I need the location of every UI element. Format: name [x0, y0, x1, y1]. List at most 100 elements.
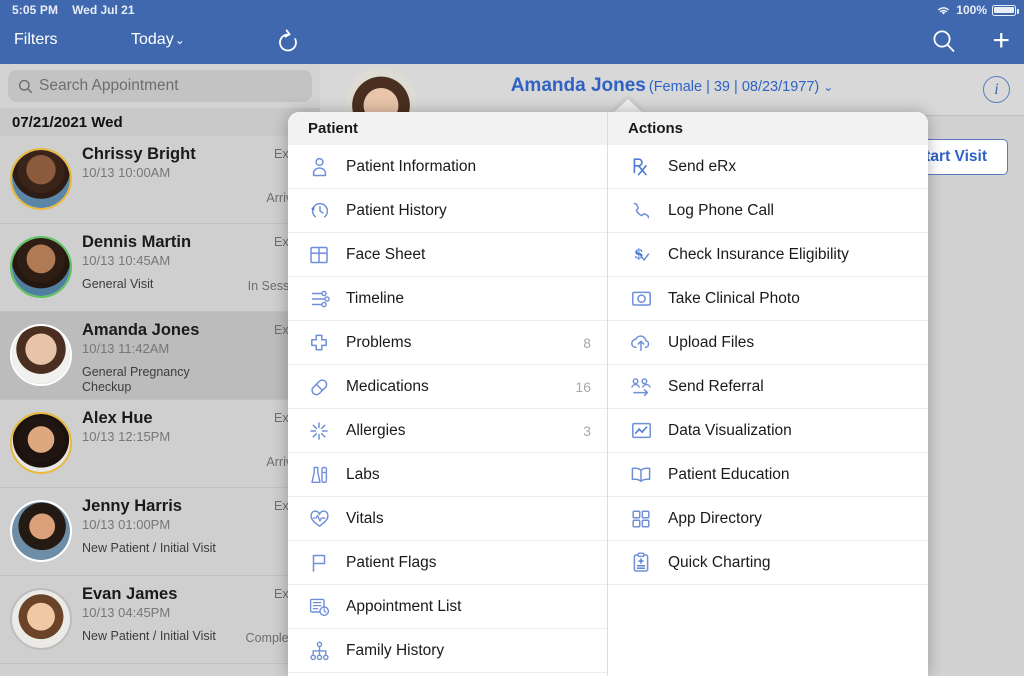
referral-icon [628, 377, 654, 397]
search-input[interactable]: Search Appointment [8, 70, 312, 102]
menu-item-labs[interactable]: Labs [288, 453, 607, 497]
menu-item-patient-education[interactable]: Patient Education [608, 453, 928, 497]
family-tree-icon [306, 641, 332, 661]
flag-icon [306, 553, 332, 573]
menu-item-face-sheet[interactable]: Face Sheet [288, 233, 607, 277]
visit-reason: General Pregnancy Checkup [82, 365, 190, 394]
list-item[interactable]: Alex Hue 10/13 12:15PM Exam Arrived [0, 400, 320, 488]
list-item[interactable]: Evan James 10/13 04:45PM New Patient / I… [0, 576, 320, 664]
menu-item-label: Face Sheet [346, 245, 426, 263]
avatar [10, 588, 72, 650]
menu-item-data-visualization[interactable]: Data Visualization [608, 409, 928, 453]
menu-item-label: Quick Charting [668, 553, 771, 571]
phone-icon [628, 201, 654, 221]
wifi-icon [936, 5, 951, 16]
menu-item-log-phone-call[interactable]: Log Phone Call [608, 189, 928, 233]
svg-text:$: $ [634, 247, 644, 263]
avatar [10, 236, 72, 298]
visit-reason: New Patient / Initial Visit [82, 629, 216, 643]
menu-item-family-history[interactable]: Family History [288, 629, 607, 673]
person-icon [306, 157, 332, 177]
avatar [10, 148, 72, 210]
plus-icon[interactable]: + [992, 26, 1010, 56]
menu-item-label: Medications [346, 377, 429, 395]
battery-percent-label: 100% [956, 3, 987, 17]
list-item-selected[interactable]: Amanda Jones 10/13 11:42AM General Pregn… [0, 312, 320, 400]
menu-item-problems[interactable]: Problems 8 [288, 321, 607, 365]
today-dropdown[interactable]: Today⌄ [131, 31, 185, 49]
appointment-time: 10/13 12:15PM [82, 429, 171, 444]
menu-item-send-referral[interactable]: Send Referral [608, 365, 928, 409]
dollar-check-icon: $ [628, 244, 654, 265]
menu-item-upload-files[interactable]: Upload Files [608, 321, 928, 365]
list-item-body: Jenny Harris 10/13 01:00PM New Patient /… [82, 497, 310, 575]
popover-arrow [613, 99, 643, 113]
menu-item-label: Family History [346, 641, 445, 659]
list-item-body: Chrissy Bright 10/13 10:00AM Exam Arrive… [82, 145, 310, 223]
avatar [10, 412, 72, 474]
menu-item-count: 8 [583, 334, 591, 351]
search-icon [18, 79, 33, 94]
book-icon [628, 465, 654, 484]
menu-item-label: Appointment List [346, 597, 462, 615]
menu-item-label: Patient Information [346, 157, 477, 175]
camera-icon [628, 289, 654, 308]
cloud-upload-icon [628, 333, 654, 352]
menu-item-timeline[interactable]: Timeline [288, 277, 607, 321]
menu-item-take-clinical-photo[interactable]: Take Clinical Photo [608, 277, 928, 321]
appointment-time: 10/13 10:00AM [82, 165, 171, 180]
list-item-body: Alex Hue 10/13 12:15PM Exam Arrived [82, 409, 310, 487]
heart-pulse-icon [306, 509, 332, 529]
list-item-body: Amanda Jones 10/13 11:42AM General Pregn… [82, 321, 310, 399]
menu-item-vitals[interactable]: Vitals [288, 497, 607, 541]
status-bar-date: Wed Jul 21 [72, 3, 135, 17]
menu-item-label: Take Clinical Photo [668, 289, 800, 307]
patient-actions-popover: Patient Patient Information Patient Hist… [288, 112, 928, 676]
appointment-time: 10/13 01:00PM [82, 517, 171, 532]
status-bar: 5:05 PM Wed Jul 21 100% [0, 0, 1024, 20]
menu-item-allergies[interactable]: Allergies 3 [288, 409, 607, 453]
status-bar-time: 5:05 PM [12, 3, 59, 17]
popover-actions-title: Actions [608, 112, 928, 145]
menu-item-medications[interactable]: Medications 16 [288, 365, 607, 409]
menu-item-send-erx[interactable]: Send eRx [608, 145, 928, 189]
list-item[interactable]: Jenny Harris 10/13 01:00PM New Patient /… [0, 488, 320, 576]
rx-icon [628, 156, 654, 177]
menu-item-patient-flags[interactable]: Patient Flags [288, 541, 607, 585]
menu-item-label: Upload Files [668, 333, 755, 351]
search-icon[interactable] [931, 28, 957, 55]
filters-button[interactable]: Filters [14, 31, 58, 49]
appointment-time: 10/13 11:42AM [82, 341, 170, 356]
timeline-icon [306, 289, 332, 309]
menu-item-label: Patient Education [668, 465, 790, 483]
menu-item-label: Check Insurance Eligibility [668, 245, 849, 263]
appointment-list-icon [306, 597, 332, 617]
patient-name-dropdown[interactable]: Amanda Jones (Female | 39 | 08/23/1977) ⌄ [511, 75, 834, 97]
menu-item-label: Problems [346, 333, 412, 351]
clock-back-icon [306, 201, 332, 221]
appointment-time: 10/13 10:45AM [82, 253, 171, 268]
menu-item-count: 3 [583, 422, 591, 439]
list-item[interactable]: Dennis Martin 10/13 10:45AM General Visi… [0, 224, 320, 312]
menu-item-check-insurance-eligibility[interactable]: $ Check Insurance Eligibility [608, 233, 928, 277]
menu-item-patient-information[interactable]: Patient Information [288, 145, 607, 189]
visit-reason: General Visit [82, 277, 154, 291]
menu-item-appointment-list[interactable]: Appointment List [288, 585, 607, 629]
status-bar-right: 100% [936, 3, 1019, 17]
list-item-body: Evan James 10/13 04:45PM New Patient / I… [82, 585, 310, 663]
menu-item-label: Vitals [346, 509, 384, 527]
menu-item-label: Data Visualization [668, 421, 792, 439]
menu-item-label: Allergies [346, 421, 406, 439]
menu-item-label: Patient History [346, 201, 447, 219]
menu-item-quick-charting[interactable]: Quick Charting [608, 541, 928, 585]
menu-item-label: Labs [346, 465, 380, 483]
menu-item-patient-history[interactable]: Patient History [288, 189, 607, 233]
appointment-time: 10/13 04:45PM [82, 605, 171, 620]
list-item[interactable]: Chrissy Bright 10/13 10:00AM Exam Arrive… [0, 136, 320, 224]
grid-sheet-icon [306, 245, 332, 265]
avatar [10, 324, 72, 386]
menu-item-app-directory[interactable]: App Directory [608, 497, 928, 541]
refresh-icon[interactable] [275, 27, 301, 57]
info-icon[interactable]: i [983, 76, 1010, 103]
date-header: 07/21/2021 Wed [0, 108, 320, 136]
